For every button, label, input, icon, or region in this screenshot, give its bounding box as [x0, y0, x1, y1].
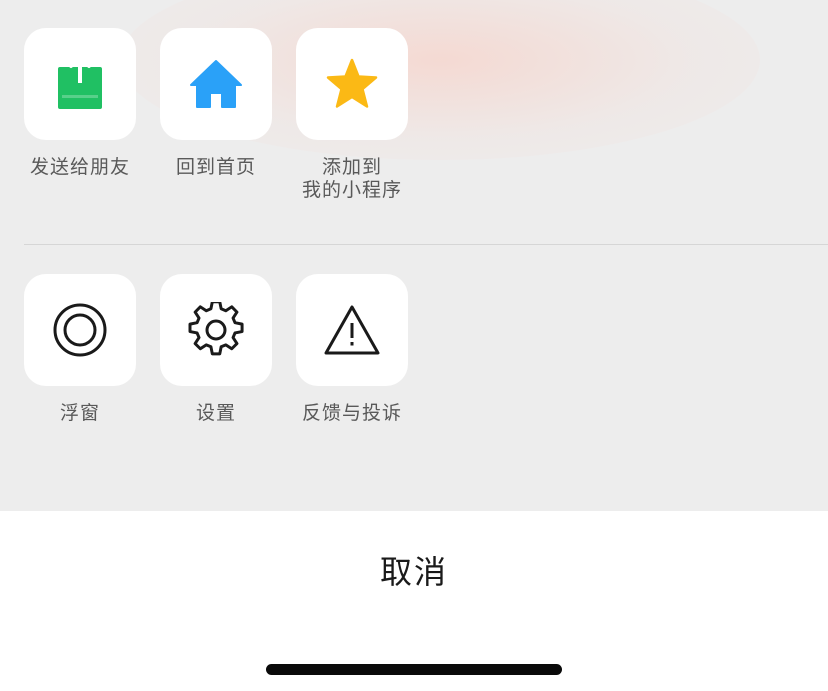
menu-label-line: 设置 [195, 402, 236, 424]
menu-label: 反馈与投诉 [296, 402, 408, 425]
menu-tile [24, 28, 136, 140]
share-icon [58, 57, 102, 109]
section-divider [24, 244, 828, 245]
add-to-my-miniprograms-button[interactable]: 添加到 我的小程序 [296, 28, 408, 208]
menu-label-line: 我的小程序 [301, 179, 402, 201]
menu-label-line: 浮窗 [59, 402, 100, 424]
cancel-button[interactable]: 取消 [0, 511, 828, 629]
menu-label-line: 发送给朋友 [29, 156, 130, 178]
menu-tile [160, 28, 272, 140]
menu-label: 浮窗 [24, 402, 136, 425]
star-icon [326, 58, 378, 108]
home-indicator-bar[interactable] [266, 664, 562, 675]
floating-window-button[interactable]: 浮窗 [24, 274, 136, 454]
menu-label: 回到首页 [160, 156, 272, 179]
menu-tile [24, 274, 136, 386]
menu-label-line: 回到首页 [175, 156, 256, 178]
floating-window-icon [53, 303, 107, 357]
warning-icon [324, 305, 380, 355]
settings-button[interactable]: 设置 [160, 274, 272, 454]
menu-label: 添加到 我的小程序 [296, 156, 408, 202]
home-icon [190, 60, 242, 108]
action-sheet-screen: 发送给朋友 回到首页 添加到 我的小程序 浮窗 设置 反馈与投诉 取消 [0, 0, 828, 691]
menu-tile [160, 274, 272, 386]
menu-label-line: 反馈与投诉 [301, 402, 402, 424]
menu-label-line: 添加到 [321, 156, 382, 178]
send-to-friend-button[interactable]: 发送给朋友 [24, 28, 136, 208]
menu-row-primary: 发送给朋友 回到首页 添加到 我的小程序 [24, 28, 424, 201]
menu-tile [296, 28, 408, 140]
menu-label: 发送给朋友 [24, 156, 136, 179]
gear-icon [188, 302, 244, 356]
menu-label: 设置 [160, 402, 272, 425]
back-to-home-button[interactable]: 回到首页 [160, 28, 272, 208]
feedback-and-complaint-button[interactable]: 反馈与投诉 [296, 274, 408, 454]
menu-row-secondary: 浮窗 设置 反馈与投诉 [24, 274, 424, 434]
share-menu-panel: 发送给朋友 回到首页 添加到 我的小程序 浮窗 设置 反馈与投诉 [0, 0, 828, 511]
menu-tile [296, 274, 408, 386]
